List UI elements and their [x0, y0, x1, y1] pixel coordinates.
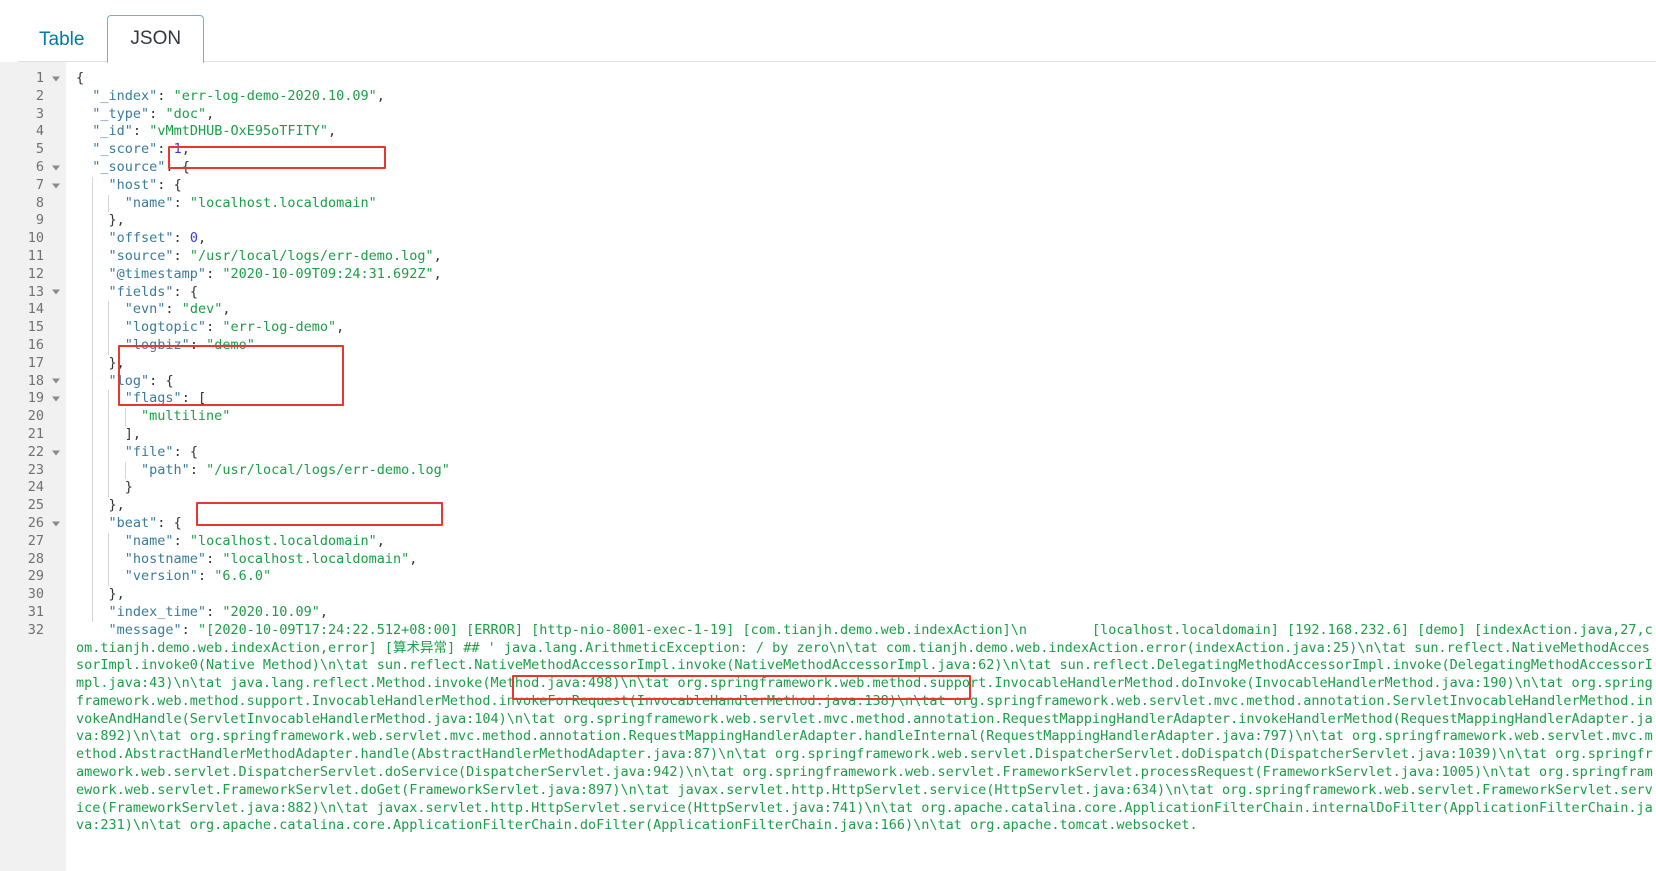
code-line: "_id": "vMmtDHUB-OxE95oTFITY",	[92, 123, 337, 140]
indent-guide	[108, 301, 110, 355]
line-number[interactable]: 16	[0, 337, 66, 355]
line-number[interactable]: 5	[0, 141, 66, 159]
line-number[interactable]: 28	[0, 551, 66, 569]
line-number[interactable]: 11	[0, 248, 66, 266]
tab-json[interactable]: JSON	[107, 15, 205, 63]
code-line: "file": {	[124, 443, 198, 460]
code-line: "multiline"	[141, 408, 231, 425]
line-number[interactable]: 9	[0, 212, 66, 230]
json-code-editor[interactable]: 1 2 3 4 5 6 7 8 9 10 11 12 13 14 15 16 17 18 19 20 21 22 23 24 2…	[0, 62, 1656, 871]
line-number-gutter[interactable]: 1 2 3 4 5 6 7 8 9 10 11 12 13 14 15 16 17 18 19 20 21 22 23 24 2…	[0, 62, 66, 871]
fold-toggle-icon[interactable]	[52, 289, 60, 295]
line-number[interactable]: 24	[0, 479, 66, 497]
indent-guide	[92, 176, 94, 622]
code-line: {	[76, 70, 85, 86]
line-number[interactable]: 12	[0, 266, 66, 284]
line-number[interactable]: 1	[0, 70, 66, 88]
code-line: "version": "6.6.0"	[124, 568, 272, 585]
tab-list: Table JSON	[18, 0, 1656, 63]
code-line: "fields": {	[108, 283, 198, 300]
fold-toggle-icon[interactable]	[52, 450, 60, 456]
line-number[interactable]: 19	[0, 390, 66, 408]
line-number[interactable]: 7	[0, 177, 66, 195]
line-number[interactable]: 15	[0, 319, 66, 337]
line-number[interactable]: 22	[0, 444, 66, 462]
code-line: "path": "/usr/local/logs/err-demo.log"	[141, 461, 450, 478]
code-line: },	[108, 497, 125, 514]
code-line: "flags": [	[124, 390, 207, 407]
fold-toggle-icon[interactable]	[52, 183, 60, 189]
code-line: },	[108, 586, 125, 603]
line-number[interactable]: 20	[0, 408, 66, 426]
code-line: "offset": 0,	[108, 230, 207, 247]
line-number[interactable]: 4	[0, 123, 66, 141]
code-line: "_index": "err-log-demo-2020.10.09",	[92, 87, 385, 104]
code-line: "name": "localhost.localdomain"	[124, 194, 377, 211]
code-line: "_score": 1,	[92, 141, 190, 158]
code-line: "logbiz": "demo"	[124, 336, 255, 353]
code-line: ],	[124, 425, 142, 442]
line-number[interactable]: 26	[0, 515, 66, 533]
code-line: "host": {	[108, 176, 182, 193]
line-number[interactable]: 2	[0, 88, 66, 106]
line-number[interactable]: 18	[0, 373, 66, 391]
line-number[interactable]: 3	[0, 106, 66, 124]
code-line: "@timestamp": "2020-10-09T09:24:31.692Z"…	[108, 265, 442, 282]
code-line-message: "message": "[2020-10-09T17:24:22.512+08:…	[76, 621, 1653, 834]
tab-table[interactable]: Table	[18, 16, 105, 63]
indent-guide	[108, 532, 110, 587]
line-number[interactable]: 8	[0, 195, 66, 213]
line-number[interactable]: 13	[0, 284, 66, 302]
line-number[interactable]: 30	[0, 586, 66, 604]
line-number[interactable]: 10	[0, 230, 66, 248]
indent-guide	[108, 194, 110, 213]
fold-toggle-icon[interactable]	[52, 76, 60, 82]
view-mode-tabbar: Table JSON	[0, 0, 1656, 63]
line-number[interactable]: 27	[0, 533, 66, 551]
line-number[interactable]: 29	[0, 568, 66, 586]
fold-toggle-icon[interactable]	[52, 165, 60, 171]
code-line: "name": "localhost.localdomain",	[124, 532, 385, 549]
indent-guide	[124, 461, 126, 480]
fold-toggle-icon[interactable]	[52, 378, 60, 384]
code-line: },	[108, 212, 125, 229]
fold-toggle-icon[interactable]	[52, 521, 60, 527]
code-line: "logtopic": "err-log-demo",	[124, 319, 345, 336]
code-line: "source": "/usr/local/logs/err-demo.log"…	[108, 247, 442, 264]
code-line: "_type": "doc",	[92, 105, 215, 122]
code-line: }	[124, 479, 133, 496]
code-line: "hostname": "localhost.localdomain",	[124, 550, 418, 567]
line-number[interactable]: 14	[0, 301, 66, 319]
code-line: "index_time": "2020.10.09",	[108, 603, 329, 620]
code-line: },	[108, 354, 125, 371]
line-number[interactable]: 17	[0, 355, 66, 373]
code-line: "_source": {	[92, 158, 190, 175]
code-line: "beat": {	[108, 514, 182, 531]
indent-guide	[108, 390, 110, 498]
code-line: "log": {	[108, 372, 174, 389]
line-number[interactable]: 25	[0, 497, 66, 515]
line-number[interactable]: 21	[0, 426, 66, 444]
line-number[interactable]: 32	[0, 622, 66, 640]
line-number[interactable]: 6	[0, 159, 66, 177]
code-line: "evn": "dev",	[124, 301, 231, 318]
line-number[interactable]: 31	[0, 604, 66, 622]
fold-toggle-icon[interactable]	[52, 396, 60, 402]
indent-guide	[124, 408, 126, 426]
line-number[interactable]: 23	[0, 462, 66, 480]
json-document-viewer: Table JSON 1 2 3 4 5 6 7 8 9 10 11 12 13 14 15 16 17 18 19 2…	[0, 0, 1656, 871]
json-code-content[interactable]: { "_index": "err-log-demo-2020.10.09", "…	[66, 62, 1656, 871]
